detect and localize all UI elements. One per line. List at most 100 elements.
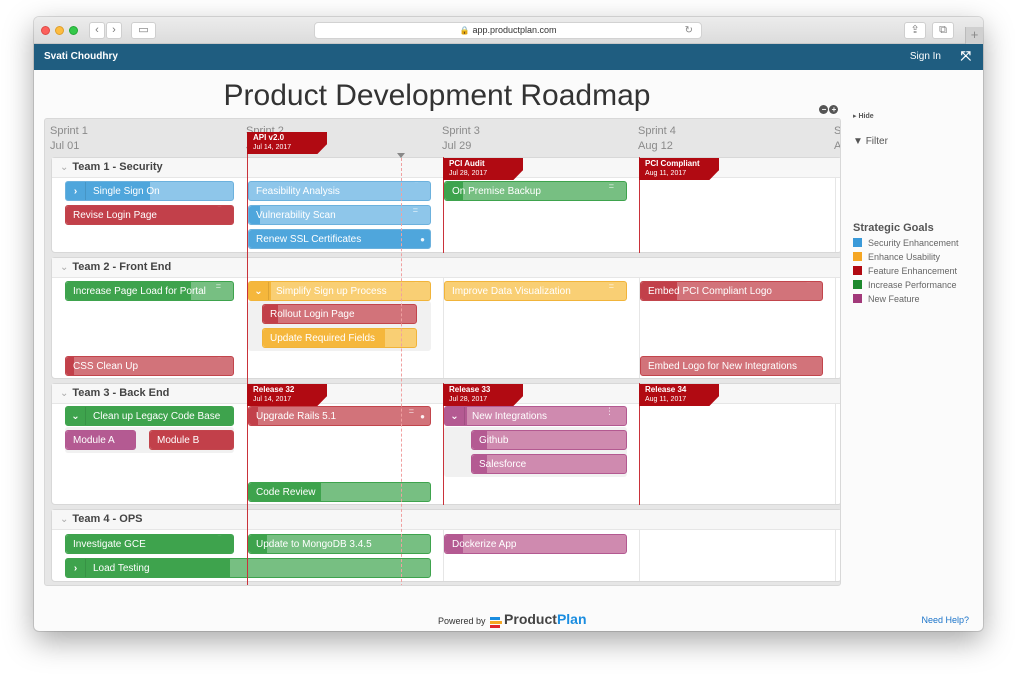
legend-label: New Feature <box>868 294 920 304</box>
zoom-in-icon[interactable]: + <box>829 105 838 114</box>
filter-button[interactable]: ▼ Filter <box>853 136 888 147</box>
maximize-window-button[interactable] <box>69 26 78 35</box>
roadmap-bar[interactable]: Improve Data Visualization = <box>444 281 627 301</box>
fullscreen-icon[interactable]: ⤧ <box>961 48 971 64</box>
roadmap-bar[interactable]: ⌄ New Integrations ⋮ <box>444 406 627 426</box>
roadmap-bar[interactable]: Github <box>471 430 627 450</box>
milestone-flag[interactable]: Release 34 Aug 11, 2017 <box>639 384 719 406</box>
drag-handle-icon[interactable]: = <box>609 182 614 196</box>
roadmap-board: Sprint 1Jul 01 Sprint 2Jul 15 Sprint 3Ju… <box>44 118 841 586</box>
comment-icon[interactable]: ● <box>420 230 425 248</box>
legend-item[interactable]: Security Enhancement <box>853 238 959 250</box>
roadmap-bar[interactable]: Module A <box>65 430 136 450</box>
roadmap-bar[interactable]: Update Required Fields <box>262 328 417 348</box>
bar-label: Dockerize App <box>452 539 517 550</box>
roadmap-bar[interactable]: Embed PCI Compliant Logo ‾ <box>640 281 823 301</box>
legend-swatch <box>853 280 862 289</box>
drag-handle-icon[interactable]: ‾ <box>218 535 221 549</box>
lane-header[interactable]: ⌄ Team 2 - Front End <box>52 258 840 278</box>
drag-handle-icon[interactable]: = <box>216 282 221 296</box>
milestone-flag[interactable]: API v2.0 Jul 14, 2017 <box>247 132 327 154</box>
column-divider <box>835 278 836 378</box>
drag-handle-icon[interactable]: ‾ <box>218 357 221 371</box>
sign-in-link[interactable]: Sign In <box>910 51 941 62</box>
roadmap-bar[interactable]: Renew SSL Certificates ● <box>248 229 431 249</box>
new-tab-button[interactable]: + <box>965 27 983 44</box>
legend-swatch <box>853 266 862 275</box>
chevron-down-icon[interactable]: ⌄ <box>60 388 68 399</box>
legend-item[interactable]: Feature Enhancement <box>853 266 957 278</box>
legend-label: Increase Performance <box>868 280 957 290</box>
zoom-out-icon[interactable]: − <box>819 105 828 114</box>
milestone-flag[interactable]: PCI Compliant Aug 11, 2017 <box>639 158 719 180</box>
legend-item[interactable]: Increase Performance <box>853 280 957 292</box>
browser-toolbar: ‹ › ▭ 🔒 app.productplan.com ↻ ⇪ ⧉ + <box>34 17 983 44</box>
bar-label: Salesforce <box>479 459 527 470</box>
chevron-down-icon[interactable]: ⌄ <box>60 514 68 525</box>
milestone-flag[interactable]: Release 32 Jul 14, 2017 <box>247 384 327 406</box>
sidebar-toggle-button[interactable]: ▭ <box>131 22 156 39</box>
roadmap-bar[interactable]: Rollout Login Page <box>262 304 417 324</box>
bar-label: Improve Data Visualization <box>452 286 571 297</box>
forward-button[interactable]: › <box>106 22 122 39</box>
drag-handle-icon[interactable]: = <box>609 282 614 296</box>
bar-label: Embed PCI Compliant Logo <box>648 286 772 297</box>
roadmap-bar[interactable]: › Single Sign On <box>65 181 234 201</box>
bar-label: Github <box>479 435 509 446</box>
drag-handle-icon[interactable]: ‾ <box>807 282 810 296</box>
roadmap-bar[interactable]: Code Review <box>248 482 431 502</box>
productplan-brand[interactable]: ProductPlan <box>504 611 586 627</box>
share-button[interactable]: ⇪ <box>904 22 926 39</box>
roadmap-bar[interactable]: ⌄ Simplify Sign up Process ‾ <box>248 281 431 301</box>
bar-label: Simplify Sign up Process <box>276 286 387 297</box>
roadmap-bar[interactable]: Module B <box>149 430 234 450</box>
drag-handle-icon[interactable]: = <box>409 407 414 421</box>
legend-item[interactable]: New Feature <box>853 294 920 306</box>
lane-header[interactable]: ⌄ Team 4 - OPS <box>52 510 840 530</box>
close-window-button[interactable] <box>41 26 50 35</box>
roadmap-bar[interactable]: Embed Logo for New Integrations <box>640 356 823 376</box>
roadmap-bar[interactable]: Revise Login Page ‾ <box>65 205 234 225</box>
today-line <box>401 158 402 585</box>
roadmap-bar[interactable]: Vulnerability Scan = <box>248 205 431 225</box>
roadmap-bar[interactable]: CSS Clean Up ‾ <box>65 356 234 376</box>
roadmap-bar[interactable]: › Load Testing <box>65 558 431 578</box>
sprint-name: S <box>834 125 841 137</box>
chevron-down-icon[interactable]: ⌄ <box>60 162 68 173</box>
roadmap-bar[interactable]: Salesforce <box>471 454 627 474</box>
roadmap-bar[interactable]: On Premise Backup = <box>444 181 627 201</box>
drag-handle-icon[interactable]: ‾ <box>218 206 221 220</box>
bar-label: Renew SSL Certificates <box>256 234 362 245</box>
roadmap-bar[interactable]: Dockerize App <box>444 534 627 554</box>
roadmap-bar[interactable]: Update to MongoDB 3.4.5 <box>248 534 431 554</box>
tabs-button[interactable]: ⧉ <box>932 22 954 39</box>
back-button[interactable]: ‹ <box>89 22 105 39</box>
milestone-date: Jul 14, 2017 <box>253 396 292 403</box>
need-help-link[interactable]: Need Help? <box>921 615 969 625</box>
lane-title: ⌄ Team 1 - Security <box>60 161 163 173</box>
roadmap-bar[interactable]: ⌄ Clean up Legacy Code Base <box>65 406 234 426</box>
drag-handle-icon[interactable]: = <box>413 206 418 220</box>
roadmap-bar[interactable]: Upgrade Rails 5.1 = ● <box>248 406 431 426</box>
bar-label: Feasibility Analysis <box>256 186 340 197</box>
roadmap-bar[interactable]: Investigate GCE ‾ <box>65 534 234 554</box>
drag-handle-icon[interactable]: ⋮ <box>605 407 614 421</box>
bar-label: Increase Page Load for Portal <box>73 286 206 297</box>
minimize-window-button[interactable] <box>55 26 64 35</box>
roadmap-bar[interactable]: Increase Page Load for Portal = <box>65 281 234 301</box>
roadmap-bar[interactable]: Feasibility Analysis ‾ <box>248 181 431 201</box>
chevron-down-icon[interactable]: ⌄ <box>60 262 68 273</box>
comment-icon[interactable]: ● <box>420 407 425 425</box>
address-bar[interactable]: 🔒 app.productplan.com ↻ <box>314 22 702 39</box>
drag-handle-icon[interactable]: ‾ <box>415 182 418 196</box>
lock-icon: 🔒 <box>459 26 470 35</box>
legend-item[interactable]: Enhance Usability <box>853 252 940 264</box>
bar-label: Update Required Fields <box>270 333 376 344</box>
milestone-name: PCI Audit <box>449 159 485 168</box>
strategic-goals-title: Strategic Goals <box>853 222 934 234</box>
milestone-flag[interactable]: Release 33 Jul 28, 2017 <box>443 384 523 406</box>
drag-handle-icon[interactable]: ‾ <box>415 282 418 296</box>
hide-sidebar-button[interactable]: ▸ Hide <box>853 112 874 120</box>
milestone-flag[interactable]: PCI Audit Jul 28, 2017 <box>443 158 523 180</box>
reload-icon[interactable]: ↻ <box>685 23 693 38</box>
